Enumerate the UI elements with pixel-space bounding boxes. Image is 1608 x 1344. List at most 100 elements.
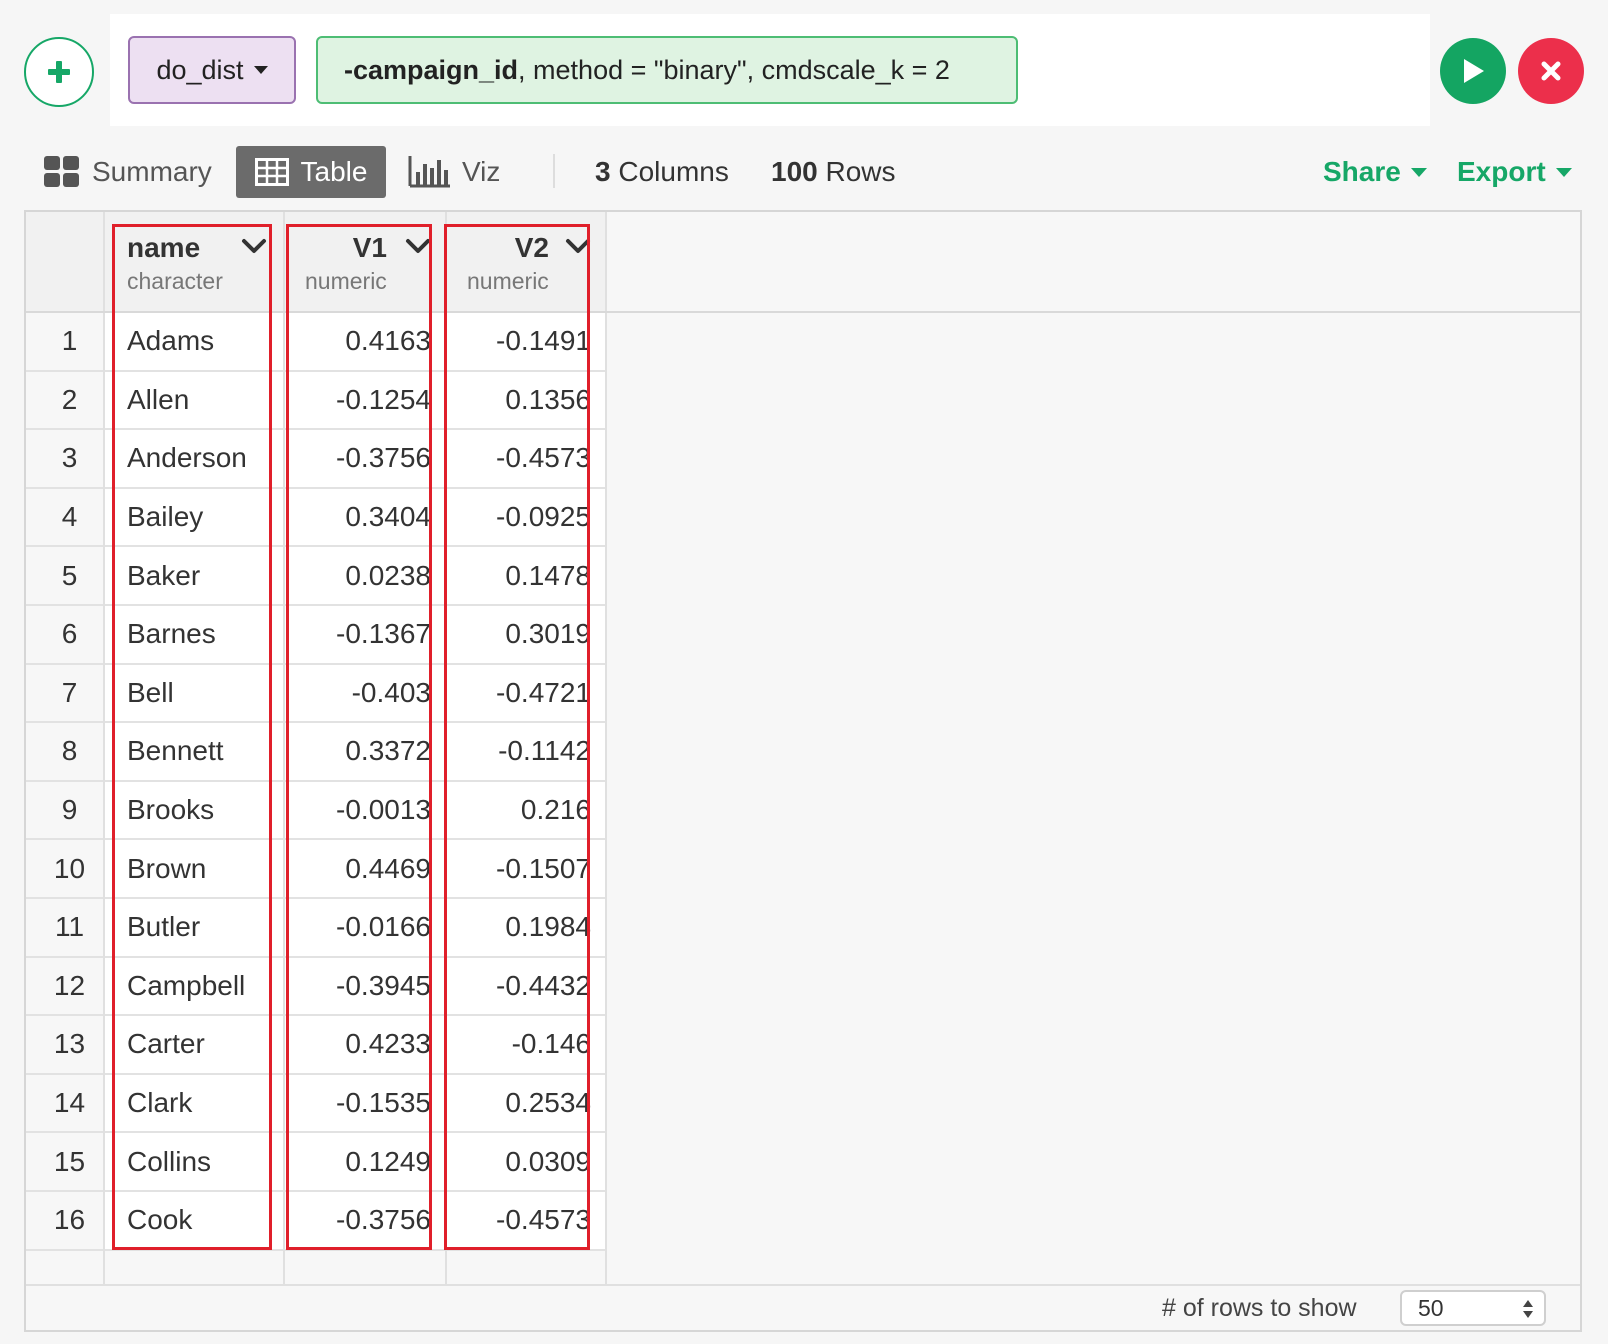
toolbar-divider: [553, 154, 555, 188]
cell-name[interactable]: Collins: [105, 1133, 283, 1192]
rows-to-show-label: # of rows to show: [1162, 1294, 1357, 1322]
row-index-cell: 2: [26, 371, 103, 431]
table-icon: [254, 158, 289, 186]
row-index-cell: 1: [26, 313, 103, 372]
cell-v1[interactable]: 0.4469: [285, 840, 445, 899]
row-index-cell: 6: [26, 605, 103, 665]
cell-v2[interactable]: -0.4573: [447, 1191, 605, 1251]
tab-table[interactable]: Table: [236, 146, 386, 198]
cell-name[interactable]: Cook: [105, 1191, 283, 1251]
cell-name[interactable]: Barnes: [105, 605, 283, 665]
column-type: character: [127, 268, 223, 294]
cell-v2[interactable]: 0.216: [447, 781, 605, 841]
row-index-cell: 14: [26, 1074, 103, 1134]
data-grid: 1 2 3 4 5 6 7 8 9 10 11 12 13 14 15 16 name character A…: [24, 210, 1582, 1332]
row-index-cell: 13: [26, 1016, 103, 1075]
row-index-cell: 10: [26, 840, 103, 899]
run-button[interactable]: [1440, 38, 1506, 104]
view-toolbar: Summary Table Viz 3 Columns 100 Rows Sha…: [0, 144, 1608, 200]
column-header-v2[interactable]: V2 numeric: [447, 212, 605, 311]
cell-v1[interactable]: 0.0238: [285, 547, 445, 606]
cell-name[interactable]: Adams: [105, 313, 283, 372]
rows-to-show-select[interactable]: 50: [1400, 1290, 1546, 1326]
tab-summary[interactable]: Summary: [44, 146, 212, 198]
cell-v2[interactable]: 0.0309: [447, 1133, 605, 1192]
cell-name[interactable]: Brooks: [105, 781, 283, 841]
cell-name[interactable]: Baker: [105, 547, 283, 606]
column-v1: V1 numeric 0.4163 -0.1254 -0.3756 0.3404 0.0…: [285, 212, 447, 1294]
share-label: Share: [1323, 156, 1401, 187]
columns-count: 3 Columns: [595, 156, 729, 187]
row-index-cell: 16: [26, 1191, 103, 1251]
cell-v2[interactable]: -0.4721: [447, 664, 605, 724]
cell-v1[interactable]: 0.3404: [285, 488, 445, 548]
column-header-name[interactable]: name character: [105, 212, 283, 311]
chevron-down-icon[interactable]: [565, 236, 591, 256]
cell-v2[interactable]: -0.4432: [447, 957, 605, 1017]
tab-viz[interactable]: Viz: [408, 146, 500, 198]
cell-v2[interactable]: 0.1478: [447, 547, 605, 606]
function-label: do_dist: [156, 54, 244, 85]
caret-down-icon: [253, 66, 268, 74]
cell-v1[interactable]: -0.1535: [285, 1074, 445, 1134]
cell-name[interactable]: Carter: [105, 1016, 283, 1075]
chevron-down-icon[interactable]: [405, 236, 431, 256]
cell-v1[interactable]: -0.403: [285, 664, 445, 724]
row-index-cell: 7: [26, 664, 103, 724]
cell-v2[interactable]: -0.1142: [447, 723, 605, 782]
row-index-header: [26, 212, 103, 311]
cell-name[interactable]: Allen: [105, 371, 283, 431]
function-select[interactable]: do_dist: [128, 36, 296, 104]
cell-v2[interactable]: 0.1356: [447, 371, 605, 431]
cell-v1[interactable]: -0.1254: [285, 371, 445, 431]
tab-summary-label: Summary: [92, 156, 212, 187]
cell-v2[interactable]: 0.1984: [447, 898, 605, 958]
cell-v1[interactable]: -0.3945: [285, 957, 445, 1017]
play-icon: [1464, 59, 1484, 83]
cell-v1[interactable]: 0.4233: [285, 1016, 445, 1075]
row-index-cell: 15: [26, 1133, 103, 1192]
tab-table-label: Table: [300, 156, 368, 187]
column-header-v1[interactable]: V1 numeric: [285, 212, 445, 311]
cell-name[interactable]: Brown: [105, 840, 283, 899]
cell-v1[interactable]: 0.4163: [285, 313, 445, 372]
cell-v1[interactable]: -0.0013: [285, 781, 445, 841]
cancel-button[interactable]: [1518, 38, 1584, 104]
cell-v1[interactable]: 0.3372: [285, 723, 445, 782]
grid-icon: [44, 156, 79, 187]
cell-name[interactable]: Bailey: [105, 488, 283, 548]
cell-v2[interactable]: -0.1507: [447, 840, 605, 899]
caret-down-icon: [1410, 167, 1427, 177]
command-args-input[interactable]: -campaign_id, method = "binary", cmdscal…: [316, 36, 1018, 104]
column-name: name character Adams Allen Anderson Bailey B…: [105, 212, 285, 1294]
cell-name[interactable]: Butler: [105, 898, 283, 958]
cell-v2[interactable]: -0.4573: [447, 430, 605, 489]
add-step-button[interactable]: [24, 37, 94, 107]
cell-v2[interactable]: 0.2534: [447, 1074, 605, 1134]
cell-v2[interactable]: 0.3019: [447, 605, 605, 665]
cell-v2[interactable]: -0.146: [447, 1016, 605, 1075]
updown-arrows-icon: [1523, 1300, 1533, 1318]
cell-v1[interactable]: -0.0166: [285, 898, 445, 958]
cell-name[interactable]: Bennett: [105, 723, 283, 782]
cell-v2[interactable]: -0.1491: [447, 313, 605, 372]
cell-v1[interactable]: -0.1367: [285, 605, 445, 665]
grid-footer: # of rows to show 50: [26, 1284, 1580, 1330]
cell-name[interactable]: Campbell: [105, 957, 283, 1017]
share-menu[interactable]: Share: [1323, 156, 1427, 188]
cell-v1[interactable]: -0.3756: [285, 430, 445, 489]
cell-v1[interactable]: 0.1249: [285, 1133, 445, 1192]
cell-name[interactable]: Bell: [105, 664, 283, 724]
args-rest-part: , method = "binary", cmdscale_k = 2: [518, 54, 950, 85]
row-index-cell: 11: [26, 898, 103, 958]
cell-name[interactable]: Clark: [105, 1074, 283, 1134]
cell-name[interactable]: Anderson: [105, 430, 283, 489]
caret-down-icon: [1555, 167, 1572, 177]
chevron-down-icon[interactable]: [241, 236, 267, 256]
export-menu[interactable]: Export: [1457, 156, 1572, 188]
header-divider: [26, 311, 1580, 313]
column-title: name: [127, 232, 201, 263]
cell-v1[interactable]: -0.3756: [285, 1191, 445, 1251]
row-index-cell: 5: [26, 547, 103, 606]
cell-v2[interactable]: -0.0925: [447, 488, 605, 548]
